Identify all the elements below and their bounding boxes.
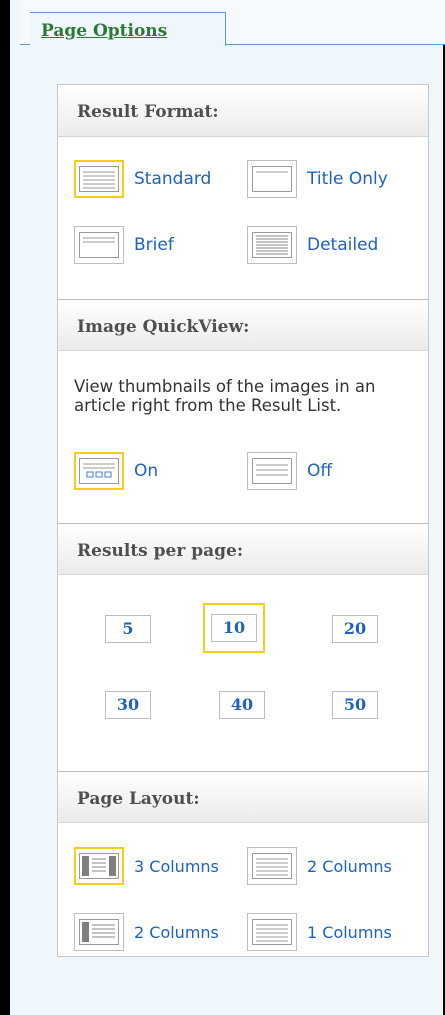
results-per-page-30[interactable]: 30 bbox=[101, 687, 155, 723]
results-per-page-heading: Results per page: bbox=[58, 523, 428, 575]
image-quickview-heading: Image QuickView: bbox=[58, 299, 428, 351]
quickview-on-option[interactable]: On bbox=[74, 450, 158, 492]
options-panel: Result Format: Standard Title Only Brief… bbox=[57, 84, 429, 957]
detailed-format-icon[interactable] bbox=[247, 226, 297, 264]
page-options-window: Page Options Result Format: Standard Tit… bbox=[0, 0, 445, 1015]
results-per-page-20-label[interactable]: 20 bbox=[332, 615, 378, 643]
format-standard-option[interactable]: Standard bbox=[74, 158, 211, 200]
format-brief-option[interactable]: Brief bbox=[74, 224, 174, 266]
format-detailed-label[interactable]: Detailed bbox=[307, 235, 378, 255]
result-format-heading: Result Format: bbox=[58, 85, 428, 137]
results-per-page-30-label[interactable]: 30 bbox=[105, 691, 151, 719]
quickview-on-icon[interactable] bbox=[74, 452, 124, 490]
title-only-format-icon[interactable] bbox=[247, 160, 297, 198]
format-detailed-option[interactable]: Detailed bbox=[247, 224, 378, 266]
layout-2-columns-right-label[interactable]: 2 Columns bbox=[307, 857, 392, 876]
two-columns-left-layout-icon[interactable] bbox=[74, 913, 124, 951]
tab-strip: Page Options bbox=[20, 0, 445, 46]
brief-format-icon[interactable] bbox=[74, 226, 124, 264]
results-per-page-10-label[interactable]: 10 bbox=[211, 614, 257, 642]
layout-2-columns-right-option[interactable]: 2 Columns bbox=[247, 845, 392, 887]
image-quickview-description: View thumbnails of the images in an arti… bbox=[74, 377, 376, 415]
standard-format-icon[interactable] bbox=[74, 160, 124, 198]
format-title-only-label[interactable]: Title Only bbox=[307, 169, 388, 189]
tab-page-options[interactable]: Page Options bbox=[30, 12, 226, 46]
tab-label[interactable]: Page Options bbox=[41, 21, 167, 41]
results-per-page-10[interactable]: 10 bbox=[203, 603, 265, 653]
results-per-page-40[interactable]: 40 bbox=[215, 687, 269, 723]
layout-1-column-label[interactable]: 1 Columns bbox=[307, 923, 392, 942]
quickview-on-label[interactable]: On bbox=[134, 461, 158, 481]
layout-3-columns-label[interactable]: 3 Columns bbox=[134, 857, 219, 876]
format-title-only-option[interactable]: Title Only bbox=[247, 158, 388, 200]
quickview-off-option[interactable]: Off bbox=[247, 450, 332, 492]
layout-2-columns-left-option[interactable]: 2 Columns bbox=[74, 911, 219, 953]
three-columns-layout-icon[interactable] bbox=[74, 847, 124, 885]
two-columns-right-layout-icon[interactable] bbox=[247, 847, 297, 885]
format-standard-label[interactable]: Standard bbox=[134, 169, 211, 189]
results-per-page-5[interactable]: 5 bbox=[101, 611, 155, 647]
results-per-page-20[interactable]: 20 bbox=[328, 611, 382, 647]
page-layout-heading: Page Layout: bbox=[58, 771, 428, 823]
results-per-page-50-label[interactable]: 50 bbox=[332, 691, 378, 719]
layout-3-columns-option[interactable]: 3 Columns bbox=[74, 845, 219, 887]
quickview-off-label[interactable]: Off bbox=[307, 461, 332, 481]
one-column-layout-icon[interactable] bbox=[247, 913, 297, 951]
results-per-page-5-label[interactable]: 5 bbox=[105, 615, 151, 643]
quickview-off-icon[interactable] bbox=[247, 452, 297, 490]
layout-2-columns-left-label[interactable]: 2 Columns bbox=[134, 923, 219, 942]
format-brief-label[interactable]: Brief bbox=[134, 235, 174, 255]
results-per-page-50[interactable]: 50 bbox=[328, 687, 382, 723]
results-per-page-40-label[interactable]: 40 bbox=[219, 691, 265, 719]
layout-1-column-option[interactable]: 1 Columns bbox=[247, 911, 392, 953]
